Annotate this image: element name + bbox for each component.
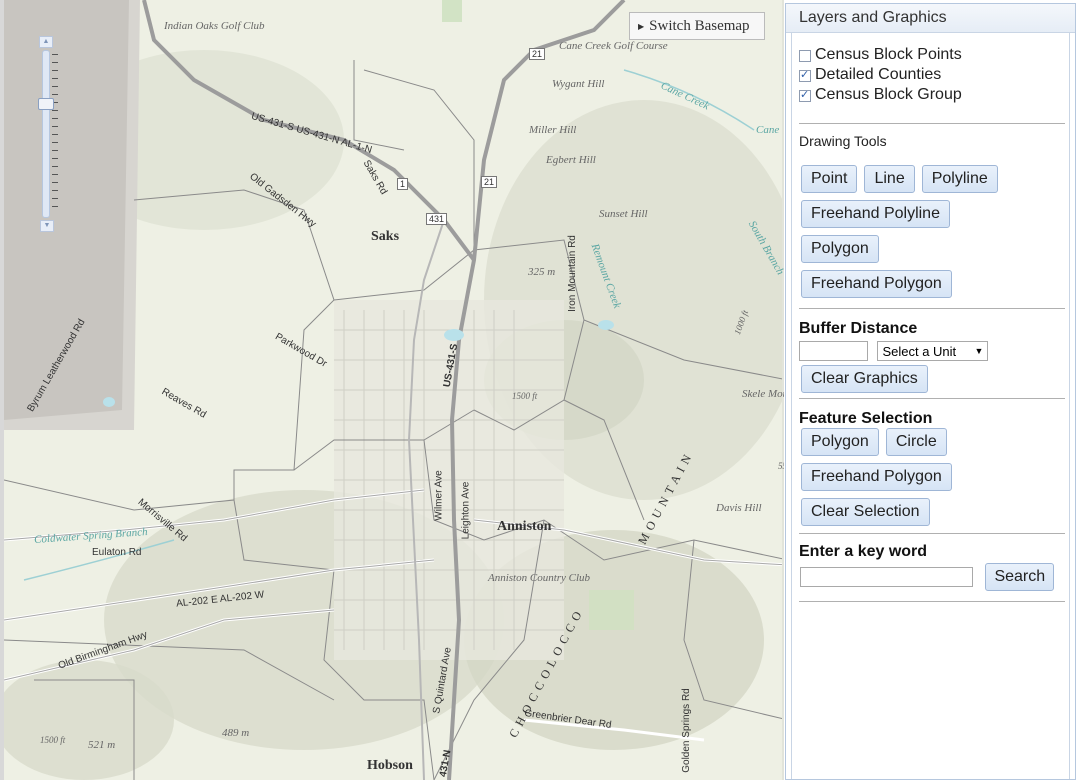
unit-select-value: Select a Unit bbox=[882, 343, 957, 359]
draw-line-button[interactable]: Line bbox=[864, 165, 915, 193]
map-label-elev325: 325 m bbox=[528, 266, 556, 278]
map-label-cane-creek-gc: Cane Creek Golf Course bbox=[559, 40, 668, 52]
draw-freehand-polygon-button[interactable]: Freehand Polygon bbox=[801, 270, 952, 298]
map-label-anniston: Anniston bbox=[497, 519, 552, 534]
layers-graphics-panel: Layers and Graphics Census Block Points … bbox=[785, 3, 1076, 780]
map-label-num55: 55 bbox=[778, 461, 784, 471]
map-label-skeleton: Skele Moun bbox=[742, 388, 784, 400]
keyword-heading: Enter a key word bbox=[799, 543, 928, 560]
layer-label: Detailed Counties bbox=[815, 66, 942, 83]
buffer-distance-input[interactable] bbox=[799, 341, 868, 361]
dropdown-arrow-icon: ▼ bbox=[974, 346, 984, 356]
switch-basemap-button[interactable]: ▶ Switch Basemap bbox=[629, 12, 765, 40]
zoom-out-button[interactable]: ▼ bbox=[40, 220, 54, 232]
map-label-elev521: 521 m bbox=[88, 739, 116, 751]
layer-row-census-block-group[interactable]: Census Block Group bbox=[799, 85, 1069, 105]
select-polygon-button[interactable]: Polygon bbox=[801, 428, 879, 456]
feature-selection-heading: Feature Selection bbox=[799, 410, 933, 427]
draw-polygon-button[interactable]: Polygon bbox=[801, 235, 879, 263]
draw-point-button[interactable]: Point bbox=[801, 165, 858, 193]
map-label-saks: Saks bbox=[371, 229, 400, 244]
map-label-hobson: Hobson bbox=[367, 758, 413, 773]
map-label-anniston-cc: Anniston Country Club bbox=[488, 572, 591, 584]
map-label-sunset: Sunset Hill bbox=[599, 208, 648, 220]
layer-checkbox[interactable] bbox=[799, 68, 811, 82]
map-label-shield21a: 21 bbox=[529, 48, 546, 60]
map-label-iron-mountain: Iron Mountain Rd bbox=[566, 235, 578, 312]
map-basemap bbox=[4, 0, 784, 780]
divider bbox=[799, 601, 1065, 602]
draw-polyline-button[interactable]: Polyline bbox=[921, 165, 998, 193]
zoom-slider[interactable]: ▲ ▼ bbox=[38, 36, 58, 232]
panel-title: Layers and Graphics bbox=[786, 4, 1075, 33]
keyword-input[interactable] bbox=[800, 567, 973, 587]
unit-select[interactable]: Select a Unit ▼ bbox=[877, 341, 989, 361]
zoom-thumb[interactable] bbox=[38, 98, 54, 110]
layer-checkbox[interactable] bbox=[799, 50, 811, 62]
switch-basemap-label: Switch Basemap bbox=[649, 17, 750, 34]
zoom-in-button[interactable]: ▲ bbox=[39, 36, 53, 48]
layer-row-census-block-points[interactable]: Census Block Points bbox=[799, 45, 1069, 65]
map-label-wygant: Wygant Hill bbox=[552, 78, 605, 90]
map-label-elev1500b: 1500 ft bbox=[512, 391, 538, 401]
buffer-distance-heading: Buffer Distance bbox=[799, 320, 918, 337]
map-view[interactable]: ▲ ▼ ▶ Switch Basemap Indian Oaks Golf Cl… bbox=[0, 0, 784, 780]
layer-checkbox[interactable] bbox=[799, 88, 811, 102]
map-label-elev489: 489 m bbox=[222, 727, 250, 739]
select-freehand-polygon-button[interactable]: Freehand Polygon bbox=[801, 463, 952, 491]
drawing-tools-heading: Drawing Tools bbox=[799, 133, 887, 149]
search-button[interactable]: Search bbox=[985, 563, 1055, 591]
map-label-wilmer: Wilmer Ave bbox=[433, 470, 445, 521]
map-label-eulaton: Eulaton Rd bbox=[92, 547, 142, 558]
map-label-davis: Davis Hill bbox=[716, 502, 762, 514]
map-label-golden-springs: Golden Springs Rd bbox=[680, 688, 692, 773]
caret-right-icon: ▶ bbox=[638, 21, 645, 31]
map-label-miller: Miller Hill bbox=[529, 124, 577, 136]
map-label-shield431: 431 bbox=[426, 213, 448, 225]
map-label-shield21b: 21 bbox=[481, 176, 498, 188]
layer-label: Census Block Points bbox=[815, 46, 962, 63]
select-circle-button[interactable]: Circle bbox=[885, 428, 947, 456]
clear-graphics-button[interactable]: Clear Graphics bbox=[801, 365, 928, 393]
map-label-cane: Cane bbox=[756, 124, 780, 136]
draw-freehand-polyline-button[interactable]: Freehand Polyline bbox=[801, 200, 950, 228]
layer-label: Census Block Group bbox=[815, 86, 962, 103]
zoom-track[interactable] bbox=[42, 50, 50, 218]
map-label-indian-oaks: Indian Oaks Golf Club bbox=[164, 20, 265, 32]
panel-body: Census Block Points Detailed Counties Ce… bbox=[791, 33, 1070, 779]
layer-row-detailed-counties[interactable]: Detailed Counties bbox=[799, 65, 1069, 85]
zoom-ticks bbox=[52, 54, 58, 214]
map-label-elev1500: 1500 ft bbox=[40, 735, 66, 745]
map-label-leighton: Leighton Ave bbox=[460, 481, 472, 540]
clear-selection-button[interactable]: Clear Selection bbox=[801, 498, 930, 526]
map-label-egbert: Egbert Hill bbox=[546, 154, 596, 166]
map-label-shield1: 1 bbox=[397, 178, 409, 190]
